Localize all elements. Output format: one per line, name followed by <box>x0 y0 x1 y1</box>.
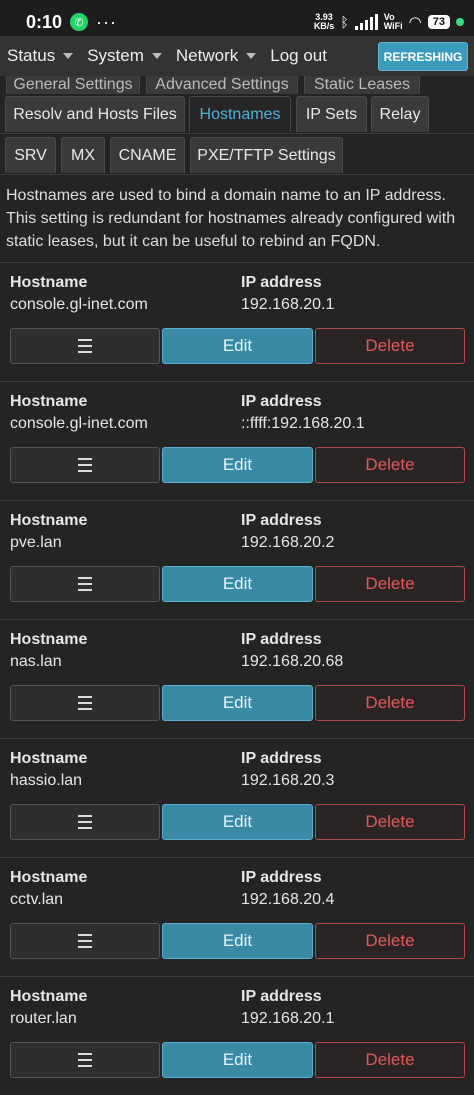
nav-status[interactable]: Status <box>7 46 74 66</box>
tab-mx[interactable]: MX <box>61 137 105 173</box>
edit-button[interactable]: Edit <box>162 566 313 602</box>
ip-label: IP address <box>241 750 322 767</box>
hostname-entry: Hostname IP address hassio.lan 192.168.20.3… <box>0 738 474 857</box>
ip-label: IP address <box>241 631 322 648</box>
drag-handle-button[interactable] <box>10 447 160 483</box>
menu-icon <box>78 934 92 948</box>
edit-button[interactable]: Edit <box>162 923 313 959</box>
chevron-down-icon <box>246 53 257 59</box>
menu-icon <box>78 696 92 710</box>
tab-row-records: SRV MX CNAME PXE/TFTP Settings <box>0 137 474 175</box>
ip-value: 192.168.20.68 <box>241 653 344 670</box>
menu-icon <box>78 1053 92 1067</box>
delete-button[interactable]: Delete <box>315 447 465 483</box>
ip-value: 192.168.20.1 <box>241 1010 335 1027</box>
section-description: Hostnames are used to bind a domain name… <box>6 187 456 250</box>
delete-button[interactable]: Delete <box>315 923 465 959</box>
chevron-down-icon <box>151 53 162 59</box>
nav-network[interactable]: Network <box>176 46 257 66</box>
hostname-value: console.gl-inet.com <box>10 296 148 313</box>
hostname-label: Hostname <box>10 393 88 410</box>
ip-value: 192.168.20.4 <box>241 891 335 908</box>
whatsapp-icon: ✆ <box>70 13 89 31</box>
tab-pxe-tftp[interactable]: PXE/TFTP Settings <box>190 137 343 173</box>
signal-icon <box>354 14 378 30</box>
delete-button[interactable]: Delete <box>315 804 465 840</box>
tab-resolv-hosts[interactable]: Resolv and Hosts Files <box>5 96 185 132</box>
hostname-label: Hostname <box>10 869 88 886</box>
delete-button[interactable]: Delete <box>315 566 465 602</box>
hostname-value: nas.lan <box>10 653 62 670</box>
nav-logout[interactable]: Log out <box>270 46 327 66</box>
edit-button[interactable]: Edit <box>162 804 313 840</box>
menu-icon <box>78 339 92 353</box>
more-notifications-icon: ··· <box>96 11 118 32</box>
hostname-entry: Hostname IP address cctv.lan 192.168.20.4 Ed… <box>0 857 474 976</box>
ip-value: ::ffff:192.168.20.1 <box>241 415 365 432</box>
hostname-label: Hostname <box>10 988 88 1005</box>
ip-label: IP address <box>241 512 322 529</box>
menu-icon <box>78 458 92 472</box>
edit-button[interactable]: Edit <box>162 447 313 483</box>
chevron-down-icon <box>63 53 74 59</box>
tab-advanced-settings[interactable]: Advanced Settings <box>146 76 298 94</box>
hostname-entry: Hostname IP address console.gl-inet.com 192… <box>0 262 474 381</box>
ip-label: IP address <box>241 274 322 291</box>
hostname-label: Hostname <box>10 750 88 767</box>
hostname-entry: Hostname IP address pve.lan 192.168.20.2 Edi… <box>0 500 474 619</box>
clock: 0:10 <box>26 11 63 32</box>
drag-handle-button[interactable] <box>10 804 160 840</box>
ip-value: 192.168.20.2 <box>241 534 335 551</box>
drag-handle-button[interactable] <box>10 566 160 602</box>
tab-srv[interactable]: SRV <box>5 137 56 173</box>
ip-value: 192.168.20.3 <box>241 772 335 789</box>
hostname-value: router.lan <box>10 1010 77 1027</box>
ip-label: IP address <box>241 393 322 410</box>
delete-button[interactable]: Delete <box>315 685 465 721</box>
menu-icon <box>78 577 92 591</box>
refreshing-button[interactable]: REFRESHING <box>378 42 468 71</box>
privacy-indicator-icon <box>456 18 464 26</box>
tab-row-general: General Settings Advanced Settings Stati… <box>0 76 474 94</box>
main-nav: Status System Network Log out REFRESHING <box>0 36 474 76</box>
ip-label: IP address <box>241 869 322 886</box>
drag-handle-button[interactable] <box>10 328 160 364</box>
hostname-label: Hostname <box>10 512 88 529</box>
hostname-value: console.gl-inet.com <box>10 415 148 432</box>
nav-system[interactable]: System <box>87 46 162 66</box>
tab-static-leases[interactable]: Static Leases <box>304 76 420 94</box>
hostname-entry: Hostname IP address router.lan 192.168.20.1… <box>0 976 474 1095</box>
hostname-label: Hostname <box>10 631 88 648</box>
hostname-label: Hostname <box>10 274 88 291</box>
vowifi-indicator: Vo WiFi <box>383 12 403 31</box>
hostname-value: hassio.lan <box>10 772 83 789</box>
drag-handle-button[interactable] <box>10 1042 160 1078</box>
tab-cname[interactable]: CNAME <box>110 137 185 173</box>
network-speed: 3.93 KB/s <box>313 12 335 31</box>
hostname-entry: Hostname IP address nas.lan 192.168.20.68 Ed… <box>0 619 474 738</box>
bluetooth-icon: ᛒ <box>340 14 349 30</box>
delete-button[interactable]: Delete <box>315 328 465 364</box>
tab-hostnames[interactable]: Hostnames <box>189 96 291 132</box>
delete-button[interactable]: Delete <box>315 1042 465 1078</box>
tab-ip-sets[interactable]: IP Sets <box>296 96 367 132</box>
hostname-value: cctv.lan <box>10 891 64 908</box>
menu-icon <box>78 815 92 829</box>
edit-button[interactable]: Edit <box>162 685 313 721</box>
hostname-value: pve.lan <box>10 534 62 551</box>
battery-icon: 73 <box>427 15 450 29</box>
edit-button[interactable]: Edit <box>162 328 313 364</box>
drag-handle-button[interactable] <box>10 923 160 959</box>
wifi-icon: ◠ <box>408 14 422 31</box>
drag-handle-button[interactable] <box>10 685 160 721</box>
tab-row-hosts: Resolv and Hosts Files Hostnames IP Sets… <box>0 96 474 134</box>
tab-relay[interactable]: Relay <box>371 96 429 132</box>
tab-general-settings[interactable]: General Settings <box>6 76 140 94</box>
ip-value: 192.168.20.1 <box>241 296 335 313</box>
edit-button[interactable]: Edit <box>162 1042 313 1078</box>
hostname-entry: Hostname IP addressconsole.gl-inet.com::f… <box>0 381 474 500</box>
ip-label: IP address <box>241 988 322 1005</box>
